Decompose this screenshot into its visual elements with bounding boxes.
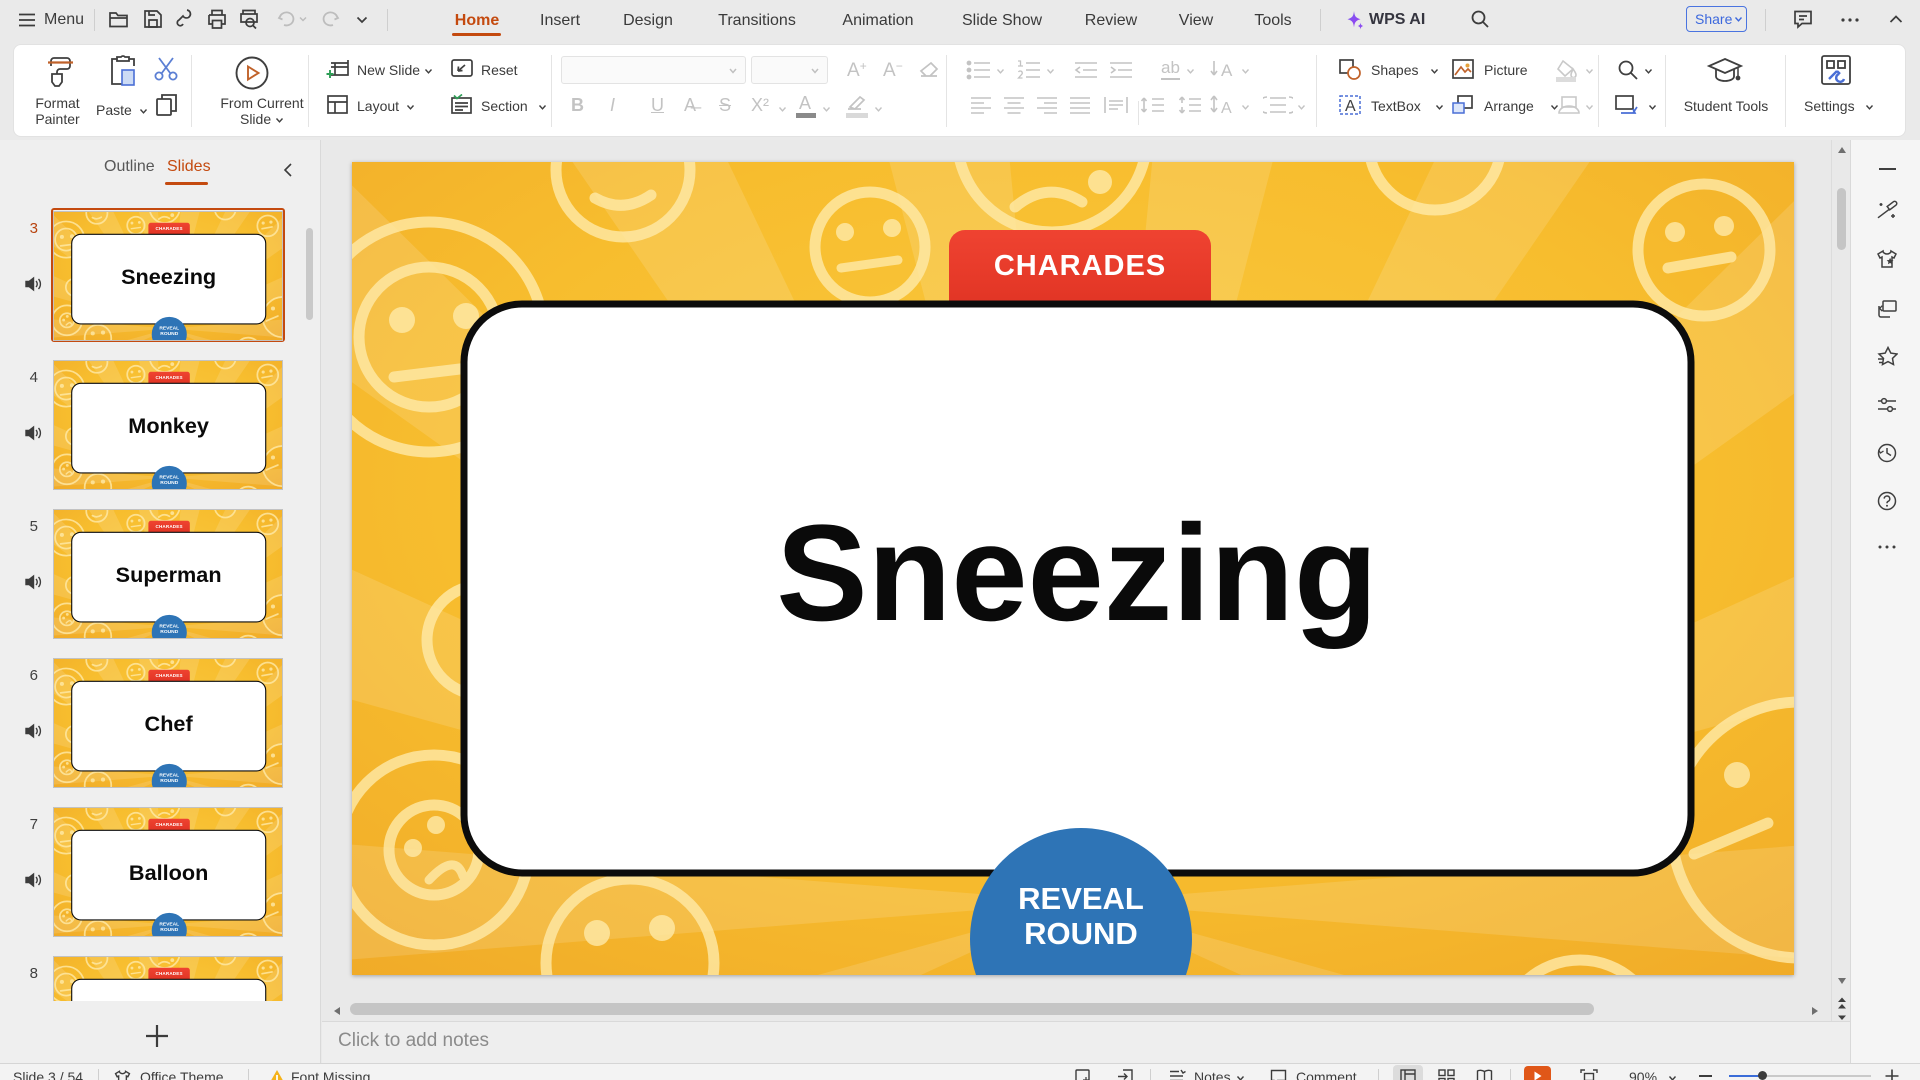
svg-text:A: A [1221, 61, 1233, 80]
svg-text:A: A [1345, 98, 1356, 115]
svg-text:Sneezing: Sneezing [776, 497, 1377, 650]
svg-text:A: A [1221, 100, 1232, 117]
svg-text:Sneezing: Sneezing [121, 264, 216, 289]
svg-text:Superman: Superman [116, 562, 222, 587]
svg-text:Monkey: Monkey [128, 413, 209, 438]
svg-text:Balloon: Balloon [129, 860, 208, 885]
svg-text:Chef: Chef [145, 711, 194, 736]
